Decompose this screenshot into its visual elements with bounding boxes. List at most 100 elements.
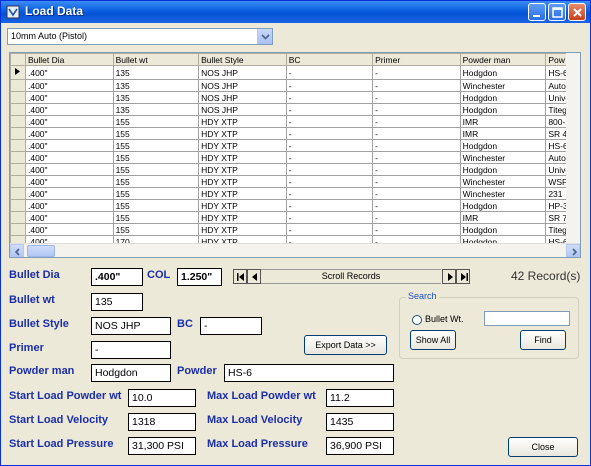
close-window-button[interactable] — [568, 3, 586, 21]
table-cell[interactable]: .400" — [24, 65, 114, 80]
row-selector[interactable] — [10, 163, 26, 176]
row-selector[interactable] — [10, 175, 26, 188]
table-cell[interactable]: 155 — [112, 163, 200, 176]
row-selector[interactable] — [10, 199, 26, 212]
table-cell[interactable]: HDY XTP — [198, 163, 287, 176]
table-row[interactable]: .400" 155 HDY XTP - - Winchester 231 — [10, 187, 580, 200]
max-pres-field[interactable]: 36,900 PSI — [326, 437, 394, 455]
table-cell[interactable]: 155 — [112, 127, 200, 140]
row-selector[interactable] — [10, 139, 26, 152]
table-cell[interactable]: 135 — [112, 65, 200, 80]
table-cell[interactable]: HDY XTP — [198, 127, 287, 140]
start-vel-field[interactable]: 1318 — [128, 413, 196, 431]
table-row[interactable]: .400" 155 HDY XTP - - IMR SR 7 — [10, 211, 580, 224]
row-selector[interactable] — [10, 79, 26, 92]
table-cell[interactable]: - — [285, 127, 374, 140]
chevron-down-icon[interactable] — [257, 29, 272, 44]
table-cell[interactable]: Hodgdon — [459, 139, 547, 152]
table-cell[interactable]: HDY XTP — [198, 175, 287, 188]
table-cell[interactable]: - — [285, 151, 374, 164]
table-cell[interactable]: - — [285, 223, 374, 236]
powder-man-field[interactable]: Hodgdon — [91, 364, 171, 382]
find-button[interactable]: Find — [520, 330, 566, 350]
table-cell[interactable]: IMR — [459, 115, 547, 128]
table-cell[interactable]: .400" — [24, 199, 114, 212]
table-cell[interactable]: HDY XTP — [198, 199, 287, 212]
table-cell[interactable]: - — [372, 139, 461, 152]
scroll-thumb[interactable] — [27, 245, 55, 257]
table-cell[interactable]: - — [372, 79, 461, 92]
table-cell[interactable]: .400" — [24, 91, 114, 104]
table-cell[interactable]: 155 — [112, 151, 200, 164]
table-cell[interactable]: - — [285, 79, 374, 92]
table-row[interactable]: .400" 155 HDY XTP - - Hodgdon Unive — [10, 163, 580, 176]
table-cell[interactable]: - — [285, 175, 374, 188]
row-selector[interactable] — [10, 223, 26, 236]
table-cell[interactable]: .400" — [24, 211, 114, 224]
table-cell[interactable]: - — [285, 199, 374, 212]
bullet-wt-radio[interactable] — [412, 315, 422, 325]
next-record-icon[interactable] — [442, 269, 456, 284]
table-cell[interactable]: - — [285, 139, 374, 152]
table-cell[interactable]: Hodgdon — [459, 91, 547, 104]
table-cell[interactable]: 155 — [112, 175, 200, 188]
export-data-button[interactable]: Export Data >> — [304, 335, 387, 355]
table-cell[interactable]: - — [372, 199, 461, 212]
table-cell[interactable]: .400" — [24, 79, 114, 92]
minimize-button[interactable] — [528, 3, 546, 21]
table-cell[interactable]: NOS JHP — [198, 91, 287, 104]
row-selector[interactable] — [10, 115, 26, 128]
bc-field[interactable]: - — [200, 317, 262, 335]
table-cell[interactable]: - — [372, 127, 461, 140]
table-cell[interactable]: .400" — [24, 187, 114, 200]
column-header[interactable]: Bullet wt — [112, 53, 200, 66]
table-cell[interactable]: 155 — [112, 187, 200, 200]
cartridge-select[interactable]: 10mm Auto (Pistol) — [7, 28, 273, 45]
row-selector[interactable] — [10, 151, 26, 164]
table-row[interactable]: .400" 155 HDY XTP - - Hodgdon Titeg — [10, 223, 580, 236]
table-row[interactable]: .400" 135 NOS JHP - - Hodgdon HS-6 — [10, 65, 580, 80]
max-vel-field[interactable]: 1435 — [326, 413, 394, 431]
table-cell[interactable]: - — [372, 103, 461, 116]
prev-record-icon[interactable] — [247, 269, 261, 284]
table-cell[interactable]: .400" — [24, 127, 114, 140]
table-row[interactable]: .400" 155 HDY XTP - - Winchester WSF — [10, 175, 580, 188]
table-cell[interactable]: - — [285, 187, 374, 200]
table-cell[interactable]: - — [285, 211, 374, 224]
bullet-wt-field[interactable]: 135 — [91, 293, 143, 311]
table-cell[interactable]: 135 — [112, 91, 200, 104]
table-row[interactable]: .400" 135 NOS JHP - - Winchester AutoC — [10, 79, 580, 92]
start-wt-field[interactable]: 10.0 — [128, 389, 196, 407]
table-cell[interactable]: 135 — [112, 79, 200, 92]
row-selector[interactable] — [10, 103, 26, 116]
powder-field[interactable]: HS-6 — [224, 364, 394, 382]
bullet-dia-field[interactable]: .400" — [91, 268, 143, 286]
table-cell[interactable]: .400" — [24, 139, 114, 152]
load-data-grid[interactable]: Bullet Dia Bullet wt Bullet Style BC Primer P… — [9, 52, 581, 258]
table-cell[interactable]: HDY XTP — [198, 139, 287, 152]
table-cell[interactable]: .400" — [24, 151, 114, 164]
column-header[interactable]: Primer — [372, 53, 461, 66]
table-cell[interactable]: IMR — [459, 211, 547, 224]
scroll-left-icon[interactable] — [10, 244, 24, 257]
table-row[interactable]: .400" 135 NOS JHP - - Hodgdon Titeg — [10, 103, 580, 116]
column-header[interactable]: Bullet Dia — [24, 53, 114, 66]
table-cell[interactable]: Winchester — [459, 187, 547, 200]
vertical-scrollbar[interactable] — [566, 53, 580, 245]
start-pres-field[interactable]: 31,300 PSI — [128, 437, 196, 455]
table-cell[interactable]: Winchester — [459, 79, 547, 92]
table-row[interactable]: .400" 155 HDY XTP - - Hodgdon HS-6 — [10, 139, 580, 152]
table-cell[interactable]: IMR — [459, 127, 547, 140]
table-cell[interactable]: .400" — [24, 175, 114, 188]
row-selector[interactable] — [10, 65, 26, 80]
table-cell[interactable]: - — [372, 187, 461, 200]
table-row[interactable]: .400" 155 HDY XTP - - Winchester AutoC — [10, 151, 580, 164]
table-cell[interactable]: Winchester — [459, 175, 547, 188]
search-input[interactable] — [484, 311, 570, 326]
table-cell[interactable]: 155 — [112, 211, 200, 224]
table-cell[interactable]: 155 — [112, 115, 200, 128]
first-record-icon[interactable] — [233, 269, 247, 284]
table-cell[interactable]: NOS JHP — [198, 103, 287, 116]
show-all-button[interactable]: Show All — [410, 330, 456, 350]
table-cell[interactable]: HDY XTP — [198, 211, 287, 224]
